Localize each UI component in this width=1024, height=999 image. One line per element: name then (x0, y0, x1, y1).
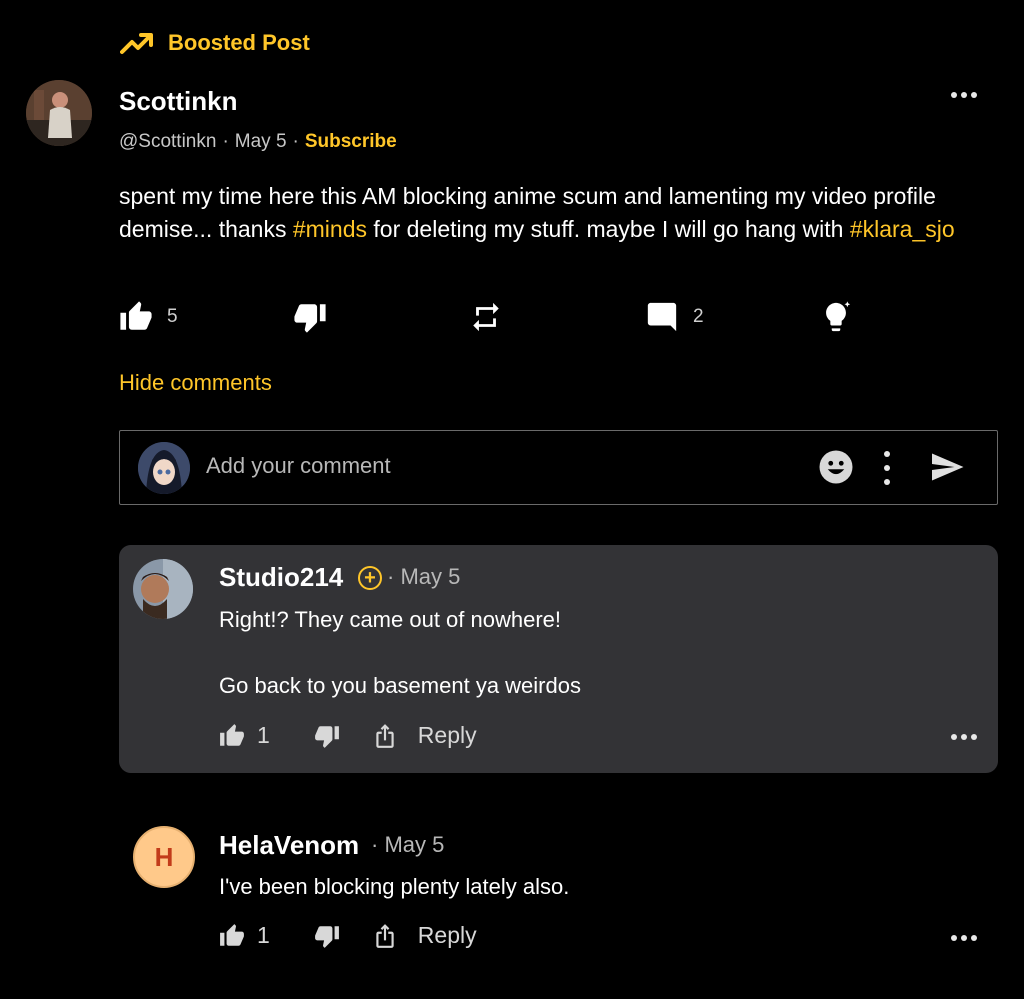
post-meta: @Scottinkn · May 5 · Subscribe (119, 131, 397, 153)
comment-text-line: Right!? They came out of nowhere! (219, 607, 562, 632)
thumbs-down-icon (314, 725, 339, 748)
thumbs-down-icon (294, 304, 326, 333)
upvote-button[interactable]: 5 (119, 300, 178, 334)
post-menu-icon[interactable] (951, 92, 977, 98)
comment-reply-button[interactable]: Reply (418, 722, 477, 749)
comment-date[interactable]: · May 5 (387, 564, 460, 590)
user-avatar-image (26, 80, 92, 146)
send-icon[interactable] (928, 449, 966, 485)
remind-button[interactable] (469, 300, 503, 334)
reply-label: Reply (417, 922, 477, 948)
comment-share-button[interactable] (372, 923, 398, 949)
share-icon (376, 723, 394, 748)
commenter-name[interactable]: HelaVenom (219, 830, 359, 861)
upvote-count: 5 (167, 306, 178, 327)
meta-separator: · (222, 131, 229, 152)
author-avatar[interactable] (26, 80, 92, 146)
user-avatar-image (133, 559, 193, 619)
comment-text-line: I've been blocking plenty lately also. (219, 874, 570, 899)
author-name[interactable]: Scottinkn (119, 86, 237, 117)
boosted-text: Boosted Post (168, 30, 310, 55)
thumbs-up-icon (220, 923, 244, 946)
thumbs-down-icon (314, 925, 339, 948)
author-handle[interactable]: @Scottinkn (119, 131, 216, 153)
hashtag-link[interactable]: #klara_sjo (850, 216, 955, 242)
plus-badge-icon: + (358, 566, 382, 590)
comment-upvote-button[interactable]: 1 (219, 722, 270, 749)
comment-upvote-button[interactable]: 1 (219, 922, 270, 949)
comment-downvote-button[interactable] (314, 923, 340, 949)
comment-share-button[interactable] (372, 723, 398, 749)
boosted-post-label: Boosted Post (120, 30, 310, 56)
trending-up-icon (120, 33, 153, 54)
commenter-avatar[interactable] (133, 559, 193, 619)
reply-label: Reply (417, 722, 477, 748)
commenter-name[interactable]: Studio214 (219, 562, 343, 593)
comment-actions: 1 Reply (219, 922, 477, 949)
lightbulb-sparkle-icon (826, 301, 851, 332)
commenter-initial-avatar[interactable]: H (133, 826, 195, 888)
comment-count: 2 (693, 306, 704, 327)
post-body: spent my time here this AM blocking anim… (119, 180, 999, 246)
comment-actions: 1 Reply (219, 722, 477, 749)
comment-upvote-count: 1 (257, 922, 270, 948)
anime-avatar-image (138, 442, 190, 494)
post-text-part: for deleting my stuff. maybe I will go h… (367, 216, 850, 242)
comment-icon (647, 302, 677, 332)
comment-card: Studio214 + · May 5 Right!? They came ou… (119, 545, 998, 773)
comment-input[interactable]: Add your comment (206, 453, 391, 479)
thumbs-up-icon (120, 301, 152, 330)
comment-menu-icon[interactable] (951, 734, 977, 740)
comment-date[interactable]: · May 5 (371, 832, 444, 858)
comment-composer: Add your comment (119, 430, 998, 505)
comment-text-line: Go back to you basement ya weirdos (219, 673, 581, 698)
comment-menu-icon[interactable] (951, 935, 977, 941)
share-icon (376, 923, 394, 948)
post-date[interactable]: May 5 (235, 131, 287, 153)
current-user-avatar (138, 442, 190, 494)
subscribe-button[interactable]: Subscribe (305, 131, 397, 153)
more-vertical-icon[interactable] (880, 451, 894, 485)
thumbs-up-icon (220, 723, 244, 746)
comment-upvote-count: 1 (257, 722, 270, 748)
post-actions: 5 2 (119, 300, 879, 340)
hashtag-link[interactable]: #minds (293, 216, 367, 242)
meta-separator: · (292, 131, 299, 152)
comments-button[interactable]: 2 (645, 300, 704, 334)
downvote-button[interactable] (293, 300, 327, 334)
boost-button[interactable] (819, 300, 853, 334)
comment-reply-button[interactable]: Reply (418, 922, 477, 949)
repost-icon (473, 302, 499, 332)
comment-downvote-button[interactable] (314, 723, 340, 749)
emoji-icon[interactable] (818, 449, 854, 485)
hide-comments-link[interactable]: Hide comments (119, 370, 272, 396)
